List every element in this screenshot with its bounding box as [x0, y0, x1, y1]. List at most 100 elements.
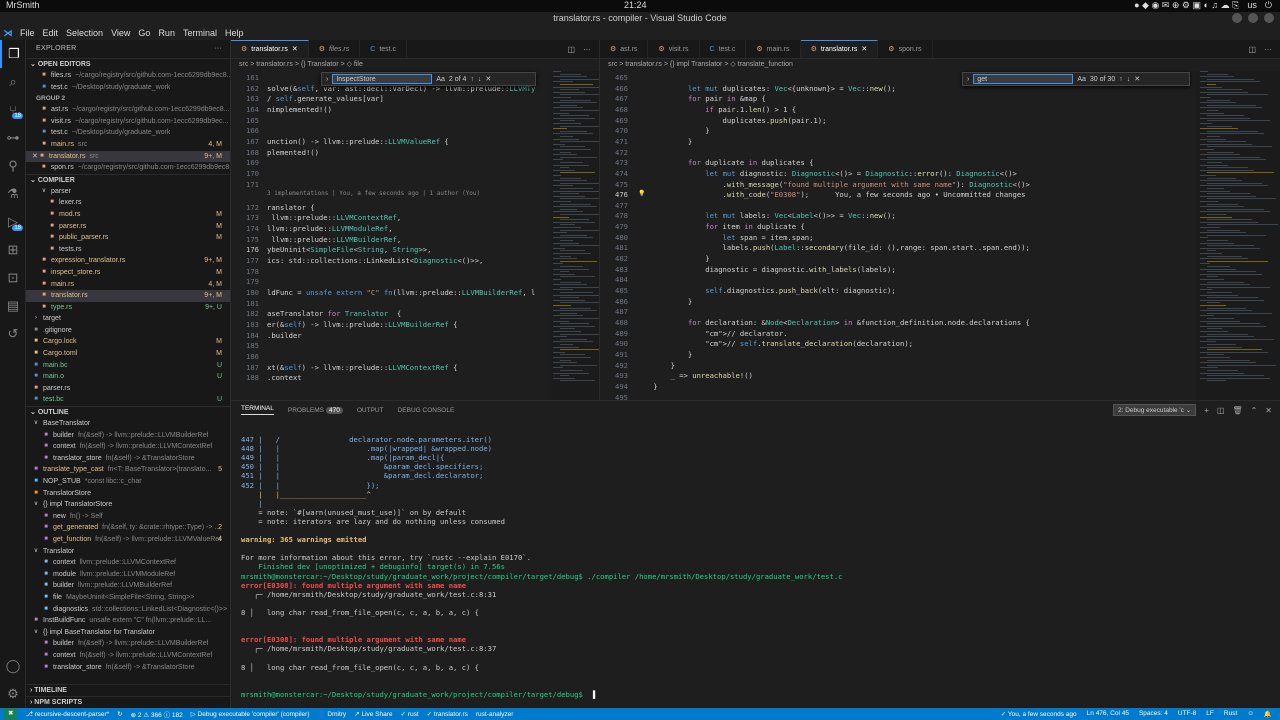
file-tree-item[interactable]: ■ translator.rs 9+, M	[26, 290, 230, 302]
match-case-icon[interactable]: Aa	[1077, 76, 1086, 83]
codelens-hint[interactable]: 3 implementations | You, a few seconds a…	[267, 190, 480, 197]
encoding-indicator[interactable]: UTF-8	[1178, 710, 1196, 718]
remote-indicator[interactable]: ✖	[4, 708, 18, 720]
chevron-icon[interactable]: ›	[32, 313, 40, 325]
chevron-icon[interactable]: ∨	[32, 627, 40, 639]
tab-translator-rs[interactable]: ⚙ translator.rs ✕	[800, 40, 879, 58]
tab-test-c[interactable]: Ctest.c	[700, 40, 747, 58]
activity-search[interactable]: ⌕	[0, 68, 26, 96]
tab-test-c[interactable]: Ctest.c	[360, 40, 408, 58]
outline-item[interactable]: ■ file MaybeUninit<SimpleFile<String, Stri…	[26, 592, 230, 604]
panel-tab-problems[interactable]: PROBLEMS 470	[288, 406, 343, 414]
breadcrumb-right[interactable]: src > translator.rs > {} impl Translator…	[600, 59, 1280, 70]
file-tree-item[interactable]: ■ mod.rs M	[26, 209, 230, 221]
outline-item[interactable]: ■ NOP_STUB *const libc::c_char	[26, 476, 230, 488]
project-section[interactable]: ⌄ COMPILER	[26, 173, 230, 186]
tab-visit-rs[interactable]: ⚙ visit.rs	[648, 40, 700, 58]
outline-item[interactable]: ■ InstBuildFunc unsafe extern "C" fn(llvm:…	[26, 615, 230, 627]
outline-item[interactable]: ■ builder llvm::prelude::LLVMBuilderRef	[26, 580, 230, 592]
split-editor-icon[interactable]: ◫	[1248, 45, 1256, 54]
minimap-left[interactable]	[549, 71, 599, 400]
minimap-right[interactable]	[1196, 71, 1280, 400]
crate-indicator[interactable]: ✓ rust	[401, 710, 419, 718]
outline-item[interactable]: ■ TranslatorStore	[26, 488, 230, 500]
tab-ast-rs[interactable]: ⚙ ast.rs	[600, 40, 649, 58]
menu-edit[interactable]: Edit	[39, 28, 63, 38]
open-editor[interactable]: ■ test.c ~/Desktop/study/graduate_work	[26, 127, 230, 139]
outline-item[interactable]: ■ context llvm::prelude::LLVMContextRef	[26, 557, 230, 569]
lightbulb-icon[interactable]: 💡	[638, 190, 645, 197]
panel-tab-debug-console[interactable]: DEBUG CONSOLE	[398, 407, 455, 414]
open-editor[interactable]: ■ main.rs src 4, M	[26, 139, 230, 151]
outline-item[interactable]: ■ new fn() -> Self	[26, 511, 230, 523]
more-actions-icon[interactable]: ···	[583, 45, 591, 54]
open-editor[interactable]: ■ visit.rs ~/cargo/registry/src/github.com…	[26, 116, 230, 128]
file-indicator[interactable]: ✓ translator.rs	[427, 710, 468, 718]
file-tree-item[interactable]: ∨ parser	[26, 186, 230, 198]
activity-flask[interactable]: ⚗	[0, 180, 26, 208]
new-terminal-icon[interactable]: +	[1204, 406, 1209, 415]
tab-main-rs[interactable]: ⚙ main.rs	[746, 40, 801, 58]
activity-git-graph[interactable]: ⊶	[0, 124, 26, 152]
find-toggle-icon[interactable]: ›	[967, 76, 969, 83]
power-icon[interactable]: ⏻	[1265, 0, 1272, 11]
terminal-select[interactable]: 2: Debug executable 'c ⌄	[1113, 404, 1197, 416]
cursor-position[interactable]: Ln 476, Col 45	[1087, 710, 1129, 718]
code-area-left[interactable]: 161 162 solve(&self, var: ast::decl::VarDe…	[231, 71, 599, 400]
timeline-section[interactable]: › TIMELINE	[26, 684, 230, 696]
split-editor-icon[interactable]: ◫	[567, 45, 575, 54]
outline-item[interactable]: ■ translator_store fn(&self) -> &Translato…	[26, 662, 230, 674]
outline-item[interactable]: ■ get_generated fn(&self, ty: &crate::rhty…	[26, 522, 230, 534]
outline-item[interactable]: ■ module llvm::prelude::LLVMModuleRef	[26, 569, 230, 581]
file-tree-item[interactable]: ■ public_parser.rs M	[26, 232, 230, 244]
tray-icons[interactable]: ● ◆ ◉ ✉ ⊕ ⚙ ▣ ◐ ♫ ☁ ⎘	[1134, 0, 1239, 11]
panel-tab-output[interactable]: OUTPUT	[357, 407, 384, 414]
terminal-cursor[interactable]: ▌	[593, 690, 597, 699]
indent-indicator[interactable]: Spaces: 4	[1139, 710, 1168, 718]
outline-item[interactable]: ∨{} impl TranslatorStore	[26, 499, 230, 511]
file-tree-item[interactable]: ■ Cargo.toml M	[26, 348, 230, 360]
outline-item[interactable]: ■ diagnostics std::collections::LinkedList…	[26, 604, 230, 616]
kill-terminal-icon[interactable]: 🗑	[1232, 406, 1242, 415]
chevron-icon[interactable]: ∨	[32, 499, 40, 511]
outline-item[interactable]: ∨ BaseTranslator	[26, 418, 230, 430]
open-editor[interactable]: ■ ast.rs ~/cargo/registry/src/github.com-1…	[26, 104, 230, 116]
outline-section[interactable]: ⌄ OUTLINE	[26, 406, 230, 418]
debug-target[interactable]: ▷ Debug executable 'compiler' (compiler)	[191, 710, 310, 718]
prev-match-icon[interactable]: ↑	[1119, 76, 1123, 83]
tab-translator-rs[interactable]: ⚙ translator.rs ✕	[231, 40, 309, 58]
open-editor[interactable]: ■ files.rs ~/cargo/registry/src/github.com…	[26, 70, 230, 82]
feedback-icon[interactable]: ☺	[1247, 710, 1254, 718]
find-input-right[interactable]: get	[973, 74, 1074, 84]
maximize-button[interactable]	[1248, 13, 1258, 23]
panel-tab-terminal[interactable]: TERMINAL	[241, 405, 274, 415]
outline-item[interactable]: ∨ Translator	[26, 546, 230, 558]
code-area-right[interactable]: 465 466 let mut duplicates: Vec<{unknown}…	[600, 71, 1280, 400]
outline-item[interactable]: ■ get_function fn(&self) -> llvm::prelude:…	[26, 534, 230, 546]
file-tree-item[interactable]: ■ lexer.rs	[26, 197, 230, 209]
accounts-button[interactable]: ◯	[0, 652, 26, 680]
menu-terminal[interactable]: Terminal	[179, 28, 221, 38]
chevron-icon[interactable]: ∨	[32, 418, 40, 430]
menu-help[interactable]: Help	[221, 28, 248, 38]
maximize-panel-icon[interactable]: ⌃	[1251, 406, 1258, 415]
locale[interactable]: us	[1247, 0, 1257, 11]
activity-extensions[interactable]: ⊞	[0, 236, 26, 264]
problems-indicator[interactable]: ⊗ 2 ⚠ 366 ⓘ 182	[131, 709, 183, 719]
outline-item[interactable]: ■ context fn(&self) -> llvm::prelude::LLVM…	[26, 650, 230, 662]
close-button[interactable]	[1264, 13, 1274, 23]
file-tree-item[interactable]: ■ parser.rs M	[26, 221, 230, 233]
menu-file[interactable]: File	[16, 28, 39, 38]
file-tree-item[interactable]: ■ main.bc U	[26, 360, 230, 372]
outline-item[interactable]: ■ translate_type_cast fn<T: BaseTranslator…	[26, 464, 230, 476]
tab-files-rs[interactable]: ⚙ files.rs	[309, 40, 361, 58]
activity-remote-explorer[interactable]: ⊡	[0, 264, 26, 292]
file-tree-item[interactable]: ■ .gitignore	[26, 325, 230, 337]
file-tree-item[interactable]: ■ inspect_store.rs M	[26, 267, 230, 279]
open-editors-section[interactable]: ⌄ OPEN EDITORS	[26, 58, 230, 70]
menu-run[interactable]: Run	[154, 28, 179, 38]
next-match-icon[interactable]: ↓	[1127, 76, 1131, 83]
minimize-button[interactable]	[1232, 13, 1242, 23]
menu-go[interactable]: Go	[134, 28, 154, 38]
npm-scripts-section[interactable]: › NPM SCRIPTS	[26, 696, 230, 708]
